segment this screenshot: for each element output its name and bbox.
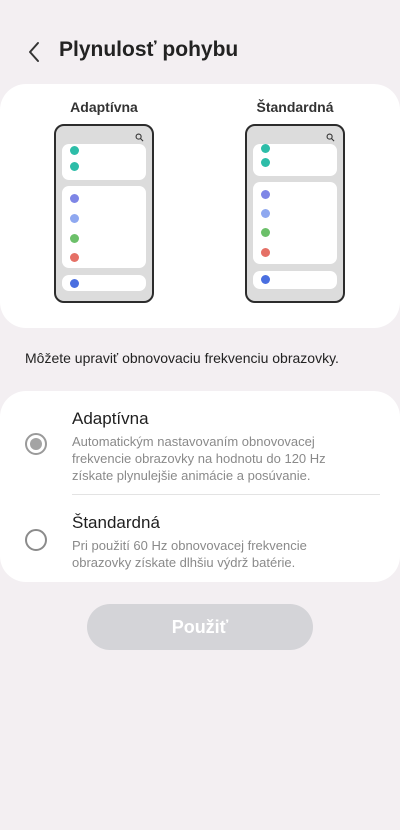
search-icon	[135, 133, 144, 142]
option-subtitle-line: získate plynulejšie animácie a posúvanie…	[72, 468, 311, 483]
radio-standard[interactable]	[25, 529, 47, 551]
option-standard[interactable]: Štandardná Pri použití 60 Hz obnovovacej…	[0, 511, 400, 577]
option-adaptive[interactable]: Adaptívna Automatickým nastavovaním obno…	[0, 407, 400, 497]
option-title: Adaptívna	[72, 409, 149, 428]
app-header: Plynulosť pohybu	[0, 30, 400, 74]
adaptive-preview-label: Adaptívna	[70, 99, 138, 115]
mini-card	[253, 182, 337, 264]
mini-card	[253, 271, 337, 289]
dot-icon	[261, 158, 270, 167]
phone-mockup-standard	[245, 124, 345, 303]
apply-button[interactable]: Použiť	[87, 604, 313, 650]
back-button[interactable]	[18, 36, 50, 68]
adaptive-preview[interactable]: Adaptívna	[54, 98, 154, 303]
dot-icon	[70, 279, 79, 288]
standard-preview[interactable]: Štandardná	[245, 98, 345, 303]
dot-icon	[261, 144, 270, 153]
mini-card	[253, 144, 337, 176]
dot-icon	[261, 190, 270, 199]
option-subtitle-line: obrazovky získate dlhšiu výdrž batérie.	[72, 555, 296, 570]
mini-card	[62, 144, 146, 180]
page-title: Plynulosť pohybu	[59, 38, 239, 61]
dot-icon	[70, 194, 79, 203]
chevron-left-icon	[29, 42, 39, 62]
dot-icon	[70, 234, 79, 243]
phone-mockup-adaptive	[54, 124, 154, 303]
dot-icon	[261, 248, 270, 257]
dot-icon	[261, 228, 270, 237]
dot-icon	[70, 214, 79, 223]
mini-card	[62, 275, 146, 291]
option-subtitle-line: Automatickým nastavovaním obnovovacej	[72, 434, 315, 449]
dot-icon	[70, 162, 79, 171]
option-subtitle-line: frekvencie obrazovky na hodnotu do 120 H…	[72, 451, 326, 466]
radio-adaptive[interactable]	[25, 433, 47, 455]
dot-icon	[261, 209, 270, 218]
mini-card	[62, 186, 146, 268]
divider	[72, 494, 380, 495]
search-icon	[326, 133, 335, 142]
option-title: Štandardná	[72, 513, 160, 532]
standard-preview-label: Štandardná	[256, 99, 334, 115]
options-card: Adaptívna Automatickým nastavovaním obno…	[0, 391, 400, 582]
dot-icon	[70, 146, 79, 155]
dot-icon	[70, 253, 79, 262]
dot-icon	[261, 275, 270, 284]
description-text: Môžete upraviť obnovovaciu frekvenciu ob…	[25, 350, 339, 366]
option-subtitle-line: Pri použití 60 Hz obnovovacej frekvencie	[72, 538, 307, 553]
preview-card: Adaptívna Štandardná	[0, 84, 400, 328]
